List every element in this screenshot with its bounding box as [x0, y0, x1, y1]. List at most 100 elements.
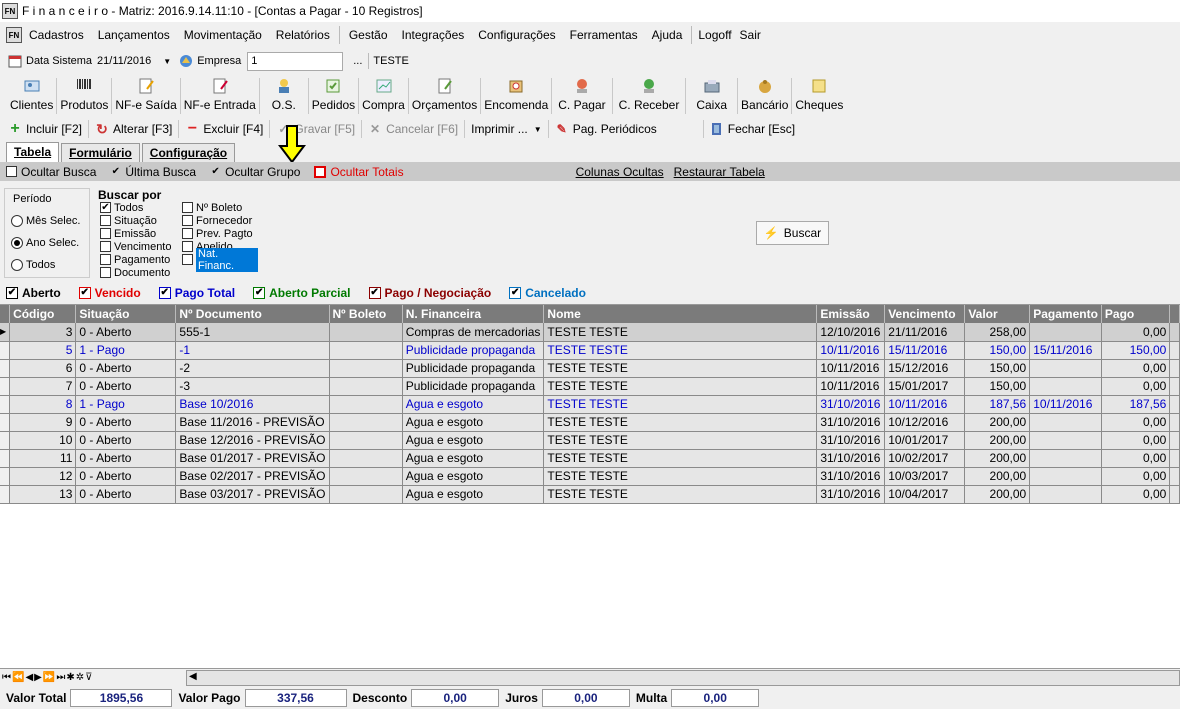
filter-icon[interactable]: ⊽	[85, 672, 93, 683]
nfe-entrada-button[interactable]: NF-e Entrada	[181, 75, 259, 117]
cell-vencimento[interactable]: 21/11/2016	[884, 323, 966, 342]
cell-valor[interactable]: 200,00	[964, 467, 1031, 486]
cell-pagamento[interactable]	[1029, 359, 1102, 378]
cell-codigo[interactable]: 5	[9, 341, 77, 360]
buscar-vencimento-checkbox[interactable]: Vencimento	[100, 240, 171, 253]
row-indicator[interactable]	[0, 341, 11, 360]
cell-pagamento[interactable]	[1029, 449, 1102, 468]
cell-emissao[interactable]: 10/11/2016	[816, 341, 886, 360]
cell-vencimento[interactable]: 10/12/2016	[884, 413, 966, 432]
cell-documento[interactable]: Base 10/2016	[175, 395, 330, 414]
cell-extra[interactable]	[1169, 449, 1180, 468]
cell-financeira[interactable]: Agua e esgoto	[402, 485, 545, 504]
menu-ferramentas[interactable]: Ferramentas	[563, 23, 645, 47]
col-valor[interactable]: Valor	[964, 305, 1031, 323]
cell-pago[interactable]: 0,00	[1101, 467, 1171, 486]
imprimir-button[interactable]: Imprimir ... ▼	[465, 122, 548, 136]
cell-valor[interactable]: 187,56	[964, 395, 1031, 414]
cell-emissao[interactable]: 12/10/2016	[816, 323, 886, 342]
cell-emissao[interactable]: 10/11/2016	[816, 377, 886, 396]
legend-aberto-parcial[interactable]: ✔ Aberto Parcial	[253, 286, 351, 300]
cell-financeira[interactable]: Compras de mercadorias	[402, 323, 545, 342]
cell-nome[interactable]: TESTE TESTE	[543, 341, 818, 360]
row-indicator[interactable]	[0, 377, 11, 396]
cell-emissao[interactable]: 31/10/2016	[816, 485, 886, 504]
periodo-mes-radio[interactable]: Mês Selec.	[11, 215, 80, 227]
cell-emissao[interactable]: 31/10/2016	[816, 449, 886, 468]
cell-pagamento[interactable]	[1029, 467, 1102, 486]
cell-documento[interactable]: -2	[175, 359, 330, 378]
cell-valor[interactable]: 200,00	[964, 449, 1031, 468]
cell-situacao[interactable]: 1 - Pago	[75, 395, 177, 414]
cell-nome[interactable]: TESTE TESTE	[543, 467, 818, 486]
row-indicator[interactable]	[0, 449, 11, 468]
cell-emissao[interactable]: 31/10/2016	[816, 395, 886, 414]
cell-valor[interactable]: 258,00	[964, 323, 1031, 342]
cell-pago[interactable]: 0,00	[1101, 413, 1171, 432]
col-vencimento[interactable]: Vencimento	[884, 305, 966, 323]
clientes-button[interactable]: Clientes	[0, 75, 56, 117]
tab-formulario[interactable]: Formulário	[61, 143, 140, 162]
cell-pagamento[interactable]: 15/11/2016	[1029, 341, 1102, 360]
cell-situacao[interactable]: 0 - Aberto	[75, 323, 177, 342]
cell-emissao[interactable]: 31/10/2016	[816, 467, 886, 486]
col-financeira[interactable]: N. Financeira	[402, 305, 545, 323]
menu-sair[interactable]: Sair	[736, 23, 765, 47]
cancelar-button[interactable]: ✕ Cancelar [F6]	[362, 122, 464, 136]
col-nome[interactable]: Nome	[543, 305, 818, 323]
cell-financeira[interactable]: Agua e esgoto	[402, 431, 545, 450]
cell-extra[interactable]	[1169, 413, 1180, 432]
cell-financeira[interactable]: Agua e esgoto	[402, 413, 545, 432]
cell-extra[interactable]	[1169, 323, 1180, 342]
insert-record-icon[interactable]: ✱	[66, 672, 75, 683]
col-codigo[interactable]: Código	[9, 305, 77, 323]
table-row[interactable]: ▶ 3 0 - Aberto 555-1 Compras de mercadorias T…	[0, 323, 1180, 342]
next-page-icon[interactable]: ⏩	[43, 672, 56, 683]
buscar-boleto-checkbox[interactable]: Nº Boleto	[182, 201, 258, 214]
pag-periodicos-button[interactable]: ✎ Pag. Periódicos	[549, 122, 663, 136]
table-row[interactable]: 51 - Pago -1 Publicidade propaganda TESTE T…	[0, 341, 1180, 360]
col-documento[interactable]: Nº Documento	[175, 305, 330, 323]
cell-pago[interactable]: 0,00	[1101, 359, 1171, 378]
cell-situacao[interactable]: 0 - Aberto	[75, 413, 177, 432]
alterar-button[interactable]: ↻ Alterar [F3]	[89, 121, 178, 137]
legend-vencido[interactable]: ✔ Vencido	[78, 286, 141, 300]
cell-financeira[interactable]: Agua e esgoto	[402, 449, 545, 468]
cell-documento[interactable]: Base 12/2016 - PREVISÃO	[175, 431, 330, 450]
table-row[interactable]: 10 0 - Aberto Base 12/2016 - PREVISÃO Agua …	[0, 431, 1180, 450]
bancario-button[interactable]: Bancário	[738, 75, 791, 117]
periodo-todos-radio[interactable]: Todos	[11, 259, 55, 271]
cell-boleto[interactable]	[329, 467, 403, 486]
first-record-icon[interactable]: ⏮	[2, 672, 12, 683]
refresh-record-icon[interactable]: ✲	[76, 672, 85, 683]
buscar-emissao-checkbox[interactable]: Emissão	[100, 227, 171, 240]
nfe-saida-button[interactable]: NF-e Saída	[112, 75, 179, 117]
cell-nome[interactable]: TESTE TESTE	[543, 323, 818, 342]
cell-boleto[interactable]	[329, 431, 403, 450]
menu-relatorios[interactable]: Relatórios	[269, 23, 337, 47]
buscar-todos-checkbox[interactable]: ✔ Todos	[100, 201, 171, 214]
cell-emissao[interactable]: 10/11/2016	[816, 359, 886, 378]
cell-nome[interactable]: TESTE TESTE	[543, 377, 818, 396]
legend-pago-total[interactable]: ✔ Pago Total	[158, 286, 235, 300]
cell-pago[interactable]: 187,56	[1101, 395, 1171, 414]
produtos-button[interactable]: Produtos	[57, 75, 111, 117]
current-row-indicator-icon[interactable]: ▶	[0, 323, 11, 342]
cell-extra[interactable]	[1169, 377, 1180, 396]
cell-vencimento[interactable]: 15/11/2016	[884, 341, 966, 360]
cell-vencimento[interactable]: 15/12/2016	[884, 359, 966, 378]
c-receber-button[interactable]: C. Receber	[613, 75, 686, 117]
cell-pagamento[interactable]	[1029, 377, 1102, 396]
table-row[interactable]: 11 0 - Aberto Base 01/2017 - PREVISÃO Agua …	[0, 449, 1180, 468]
empresa-lookup-button[interactable]: ...	[353, 55, 362, 67]
periodo-ano-radio[interactable]: Ano Selec.	[11, 237, 79, 249]
cell-pago[interactable]: 0,00	[1101, 485, 1171, 504]
cell-nome[interactable]: TESTE TESTE	[543, 431, 818, 450]
empresa-field[interactable]: 1	[247, 51, 344, 71]
menu-lancamentos[interactable]: Lançamentos	[91, 23, 177, 47]
cell-extra[interactable]	[1169, 485, 1180, 504]
cell-valor[interactable]: 200,00	[964, 431, 1031, 450]
cell-codigo[interactable]: 8	[9, 395, 77, 414]
table-row[interactable]: 81 - Pago Base 10/2016 Agua e esgoto TESTE …	[0, 395, 1180, 414]
cell-financeira[interactable]: Publicidade propaganda	[402, 377, 545, 396]
